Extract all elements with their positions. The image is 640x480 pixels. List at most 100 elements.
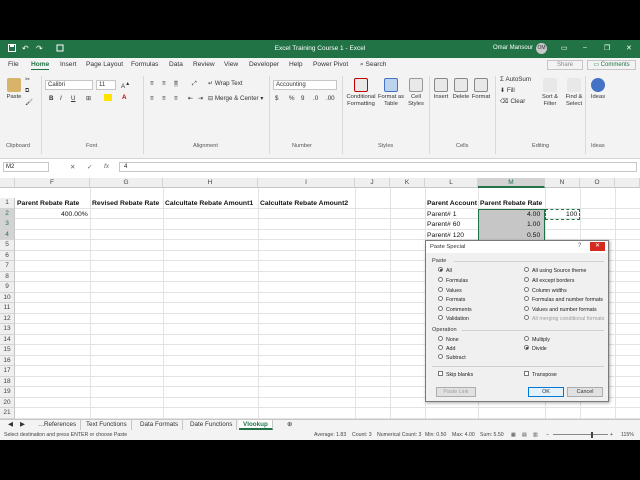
align-bottom-icon[interactable]: ≡ (174, 80, 178, 87)
borders-icon[interactable]: ⊞ (86, 95, 91, 102)
column-header-m[interactable]: M (478, 178, 545, 188)
zoom-in-icon[interactable]: + (610, 430, 613, 440)
column-header-k[interactable]: K (390, 178, 425, 188)
align-center-icon[interactable]: ≡ (162, 95, 166, 102)
tab-power-pivot[interactable]: Power Pivot (313, 61, 348, 68)
search-box[interactable]: ⌕ Search (360, 61, 386, 69)
insert-cells-button[interactable]: Insert (432, 78, 450, 101)
row-header-4[interactable]: 4 (0, 229, 15, 240)
share-button[interactable]: Share (547, 60, 583, 70)
find-select-button[interactable]: Find & Select (562, 78, 586, 108)
tab-page-layout[interactable]: Page Layout (86, 61, 123, 68)
column-header-f[interactable]: F (15, 178, 90, 188)
column-header-l[interactable]: L (425, 178, 478, 188)
ribbon-options-icon[interactable]: ▭ (561, 44, 568, 52)
sheet-tab-text-functions[interactable]: Text Functions (82, 420, 132, 430)
increase-indent-icon[interactable]: ⇥ (198, 95, 203, 102)
operation-divide[interactable]: Divide (524, 345, 547, 352)
decrease-indent-icon[interactable]: ⇤ (188, 95, 193, 102)
comma-style-button[interactable]: 9 (301, 95, 304, 102)
cell-n2[interactable]: 100 (566, 211, 577, 218)
cell-m2[interactable]: 4.00 (527, 211, 540, 218)
tab-help[interactable]: Help (289, 61, 303, 68)
cell-l4[interactable]: Parent# 120 (427, 232, 464, 239)
skip-blanks-checkbox[interactable]: Skip blanks (438, 371, 473, 378)
column-header-h[interactable]: H (163, 178, 258, 188)
currency-button[interactable]: $ (275, 95, 278, 102)
decrease-decimal-icon[interactable]: .00 (326, 95, 335, 102)
paste-button[interactable]: Paste (5, 78, 23, 101)
tab-data[interactable]: Data (169, 61, 183, 68)
cell-l3[interactable]: Parent# 60 (427, 221, 460, 228)
underline-button[interactable]: U (71, 95, 75, 102)
zoom-slider-thumb[interactable] (591, 432, 593, 438)
sheet-tab-vlookup[interactable]: Vlookup (239, 420, 273, 430)
merge-center-button[interactable]: ⊟ Merge & Center ▾ (208, 95, 263, 102)
grow-font-icon[interactable]: A▲ (121, 81, 130, 90)
prev-sheet-icon[interactable]: ◀ (4, 420, 17, 430)
column-header-g[interactable]: G (90, 178, 163, 188)
font-name-select[interactable]: Calibri (45, 80, 93, 90)
cancel-button[interactable]: Cancel (567, 387, 603, 397)
row-header-15[interactable]: 15 (0, 345, 15, 356)
row-header-2[interactable]: 2 (0, 208, 15, 219)
row-header-14[interactable]: 14 (0, 334, 15, 345)
cell-i1[interactable]: Calcultate Rebate Amount2 (260, 200, 348, 207)
tab-insert[interactable]: Insert (60, 61, 77, 68)
restore-icon[interactable]: ❐ (604, 44, 610, 52)
number-format-select[interactable]: Accounting (273, 80, 337, 90)
minimize-icon[interactable]: – (583, 44, 587, 51)
ok-button[interactable]: OK (528, 387, 564, 397)
delete-cells-button[interactable]: Delete (451, 78, 471, 101)
column-header-j[interactable]: J (355, 178, 390, 188)
row-header-20[interactable]: 20 (0, 397, 15, 408)
insert-function-icon[interactable]: fx (104, 163, 109, 170)
formula-input[interactable]: 4 (119, 162, 637, 172)
cell-m3[interactable]: 1.00 (527, 221, 540, 228)
cell-styles-button[interactable]: Cell Styles (406, 78, 426, 108)
tab-formulas[interactable]: Formulas (131, 61, 158, 68)
row-header-7[interactable]: 7 (0, 261, 15, 272)
row-header-11[interactable]: 11 (0, 303, 15, 314)
cell-f2[interactable]: 400.00% (61, 211, 88, 218)
zoom-out-icon[interactable]: − (546, 430, 549, 440)
conditional-formatting-button[interactable]: Conditional Formatting (345, 78, 377, 108)
comments-button[interactable]: ▭ Comments (587, 60, 636, 70)
sheet-tab-data-formats[interactable]: Data Formats (136, 420, 184, 430)
row-header-19[interactable]: 19 (0, 387, 15, 398)
cell-f1[interactable]: Parent Rebate Rate (17, 200, 79, 207)
cell-g1[interactable]: Revised Rebate Rate (92, 200, 159, 207)
align-left-icon[interactable]: ≡ (150, 95, 154, 102)
paste-option-all[interactable]: All (438, 267, 452, 274)
close-icon[interactable]: ✕ (590, 242, 605, 251)
column-header-i[interactable]: I (258, 178, 355, 188)
fill-color-icon[interactable] (104, 94, 112, 101)
row-header-3[interactable]: 3 (0, 219, 15, 230)
avatar[interactable]: OM (536, 43, 547, 54)
autosum-button[interactable]: Σ AutoSum (500, 76, 531, 83)
operation-none[interactable]: None (438, 336, 459, 343)
paste-option-merging-conditional[interactable]: All merging conditional formats (524, 315, 604, 322)
cell-m4[interactable]: 0.50 (527, 232, 540, 239)
normal-view-icon[interactable]: ▦ (511, 430, 516, 440)
italic-button[interactable]: I (60, 95, 62, 102)
copy-icon[interactable]: ⧉ (25, 87, 29, 95)
font-color-icon[interactable]: A (122, 94, 126, 101)
transpose-checkbox[interactable]: Transpose (524, 371, 557, 378)
paste-option-values-number-formats[interactable]: Values and number formats (524, 306, 597, 313)
row-header-21[interactable]: 21 (0, 408, 15, 419)
paste-option-formulas[interactable]: Formulas (438, 277, 468, 284)
cut-icon[interactable]: ✂ (25, 76, 30, 83)
tab-home[interactable]: Home (31, 61, 50, 70)
paste-option-comments[interactable]: Comments (438, 306, 472, 313)
cancel-entry-icon[interactable]: ✕ (70, 163, 75, 171)
name-box[interactable]: M2 (3, 162, 49, 172)
bold-button[interactable]: B (49, 95, 53, 102)
align-right-icon[interactable]: ≡ (174, 95, 178, 102)
paste-option-validation[interactable]: Validation (438, 315, 469, 322)
format-cells-button[interactable]: Format (471, 78, 491, 101)
tab-developer[interactable]: Developer (249, 61, 279, 68)
select-all-corner[interactable] (0, 178, 15, 188)
row-header-16[interactable]: 16 (0, 355, 15, 366)
align-middle-icon[interactable]: ≡ (162, 80, 166, 87)
